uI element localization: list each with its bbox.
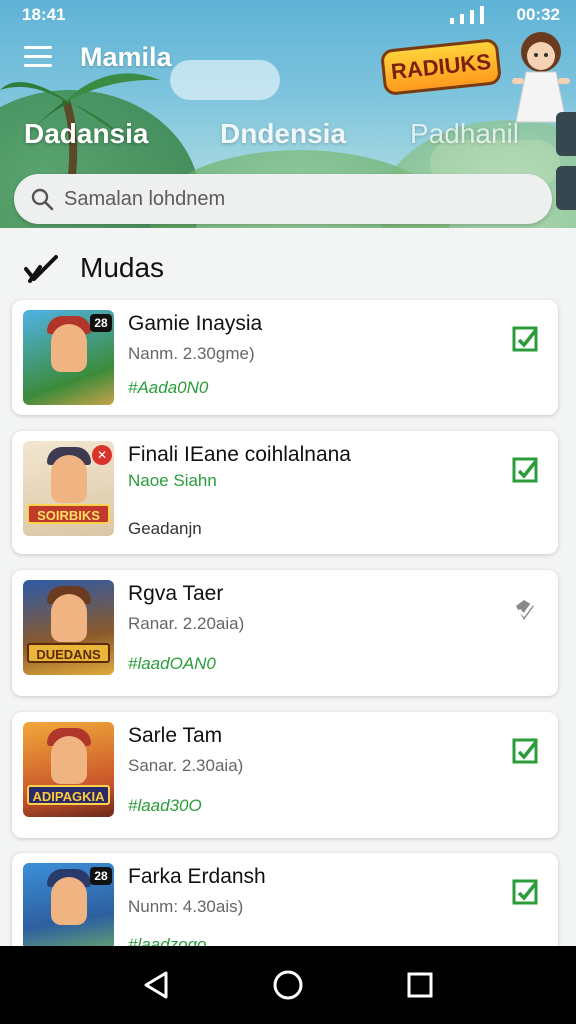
checked-icon[interactable]: [512, 326, 538, 352]
checked-icon[interactable]: [512, 738, 538, 764]
brand-logo: RADIUKS: [379, 37, 503, 97]
thumbnail-banner: DUEDANS: [27, 643, 110, 663]
list-item[interactable]: ADIPAGKIA Sarle Tam Sanar. 2.30aia) #laa…: [12, 712, 558, 838]
game-subtitle: Sanar. 2.30aia): [128, 756, 244, 775]
cloud: [170, 60, 280, 100]
mascot-illustration: [512, 32, 570, 123]
game-tag: #laadOAN0: [128, 654, 216, 673]
game-badge: 28: [90, 314, 112, 332]
game-thumbnail: 28: [23, 863, 114, 958]
game-thumbnail: SOIRBIKS ✕: [23, 441, 114, 536]
back-icon: [144, 971, 168, 999]
tab-bar: Dadansia Dndensia Padhanil: [0, 112, 576, 162]
recents-button[interactable]: [402, 967, 438, 1003]
game-title: Rgva Taer: [128, 582, 224, 605]
status-time-right: 00:32: [516, 5, 560, 24]
checked-icon[interactable]: [512, 457, 538, 483]
section-header: Mudas: [24, 248, 164, 288]
navigation-bar: [0, 946, 576, 1024]
home-icon: [273, 970, 303, 1000]
game-tag: #laad30O: [128, 796, 202, 815]
game-badge: 28: [90, 867, 112, 885]
game-thumbnail: ADIPAGKIA: [23, 722, 114, 817]
game-title: Gamie Inaysia: [128, 312, 263, 335]
game-subtitle: Ranar. 2.20aia): [128, 614, 245, 633]
side-panel-handle[interactable]: [556, 112, 576, 156]
header-banner: 18:41 00:32 Mamila RADIUKS Dadansia Dnde…: [0, 0, 576, 228]
back-button[interactable]: [138, 967, 174, 1003]
signal-icon: [450, 6, 484, 24]
list-item[interactable]: 28 Gamie Inaysia Nanm. 2.30gme) #Aada0N0: [12, 300, 558, 415]
screen: 18:41 00:32 Mamila RADIUKS Dadansia Dnde…: [0, 0, 576, 1024]
list-item[interactable]: DUEDANS Rgva Taer Ranar. 2.20aia) #laadO…: [12, 570, 558, 696]
pending-icon[interactable]: [512, 596, 538, 622]
menu-icon[interactable]: [24, 46, 52, 70]
status-bar: 18:41 00:32: [0, 0, 576, 30]
side-panel-handle[interactable]: [556, 166, 576, 210]
check-stroke-icon: [24, 255, 58, 283]
game-subtitle: Nunm: 4.30ais): [128, 897, 244, 916]
close-badge-icon: ✕: [92, 445, 112, 465]
game-thumbnail: DUEDANS: [23, 580, 114, 675]
search-input[interactable]: [64, 187, 524, 211]
game-title: Farka Erdansh: [128, 865, 266, 888]
status-time-left: 18:41: [22, 5, 66, 24]
search-bar[interactable]: [14, 174, 552, 224]
checked-icon[interactable]: [512, 879, 538, 905]
app-title: Mamila: [80, 42, 172, 72]
list-item[interactable]: SOIRBIKS ✕ Finali IEane coihlalnana Naoe…: [12, 431, 558, 554]
home-button[interactable]: [270, 967, 306, 1003]
recents-icon: [407, 972, 433, 998]
search-icon: [31, 188, 54, 211]
tab-dndensia[interactable]: Dndensia: [220, 118, 346, 150]
game-thumbnail: 28: [23, 310, 114, 405]
thumbnail-banner: SOIRBIKS: [27, 504, 110, 524]
section-title: Mudas: [80, 252, 165, 283]
tab-padhanil[interactable]: Padhanil: [410, 118, 519, 150]
tab-dadansia[interactable]: Dadansia: [24, 118, 149, 150]
game-title: Finali IEane coihlalnana: [128, 443, 351, 466]
game-tag: Geadanjn: [128, 519, 202, 538]
game-tag: #Aada0N0: [128, 378, 209, 397]
game-subtitle: Nanm. 2.30gme): [128, 344, 255, 363]
thumbnail-banner: ADIPAGKIA: [27, 785, 110, 805]
game-subtitle: Naoe Siahn: [128, 471, 217, 490]
game-title: Sarle Tam: [128, 724, 223, 747]
